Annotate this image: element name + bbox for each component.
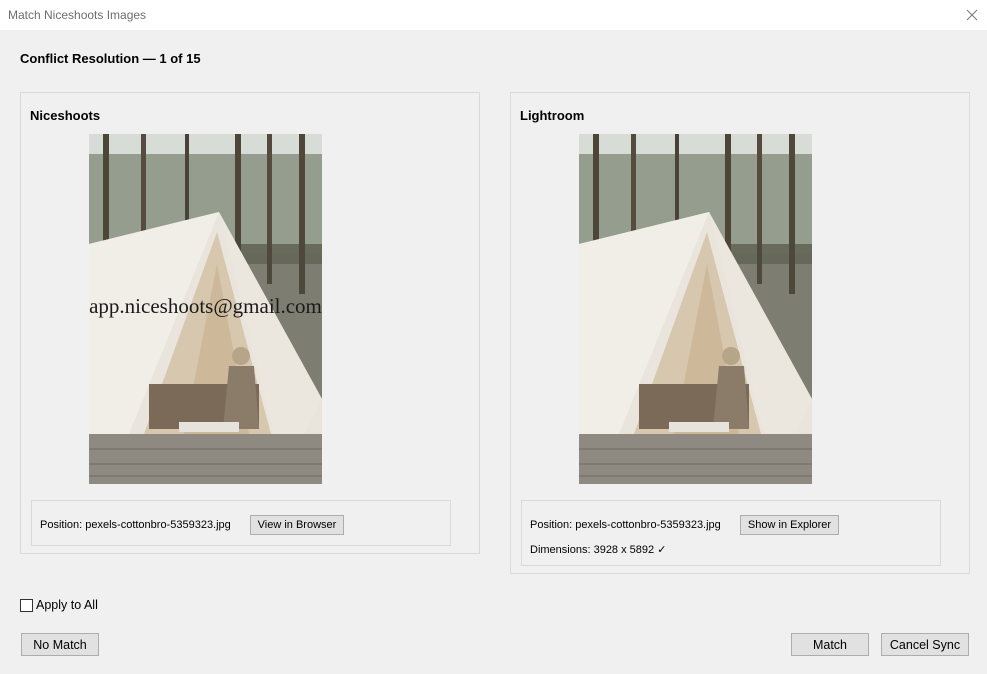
show-in-explorer-button[interactable]: Show in Explorer — [740, 515, 839, 535]
apply-to-all-checkbox[interactable] — [20, 598, 33, 612]
lightroom-info-box: Position: pexels-cottonbro-5359323.jpg S… — [521, 500, 941, 566]
lightroom-dimensions-text: Dimensions: 3928 x 5892 ✓ — [530, 544, 667, 556]
apply-to-all-label[interactable]: Apply to All — [36, 598, 98, 612]
match-button[interactable]: Match — [791, 633, 869, 656]
no-match-button[interactable]: No Match — [21, 633, 99, 656]
window-title: Match Niceshoots Images — [8, 8, 147, 22]
title-bar: Match Niceshoots Images — [0, 0, 987, 30]
watermark-text: app.niceshoots@gmail.com — [89, 294, 322, 318]
close-button[interactable] — [957, 0, 987, 30]
apply-to-all-row[interactable]: Apply to All — [20, 597, 98, 613]
close-icon — [966, 9, 978, 21]
niceshoots-preview-image: app.niceshoots@gmail.com — [89, 134, 322, 484]
view-in-browser-button[interactable]: View in Browser — [250, 515, 344, 535]
niceshoots-position-text: Position: pexels-cottonbro-5359323.jpg — [40, 519, 231, 531]
lightroom-panel-title: Lightroom — [520, 108, 585, 123]
lightroom-position-text: Position: pexels-cottonbro-5359323.jpg — [530, 519, 721, 531]
niceshoots-panel-title: Niceshoots — [30, 108, 101, 123]
niceshoots-panel: Niceshoots app.niceshoots@gmail.com Posi… — [20, 92, 480, 554]
page-title: Conflict Resolution — 1 of 15 — [20, 51, 201, 66]
niceshoots-info-box: Position: pexels-cottonbro-5359323.jpg V… — [31, 500, 451, 546]
lightroom-panel: Lightroom Position: pexels-cottonbro-535… — [510, 92, 970, 574]
lightroom-preview-image — [579, 134, 812, 484]
tent-photo-graphic — [579, 134, 812, 484]
cancel-sync-button[interactable]: Cancel Sync — [881, 633, 969, 656]
